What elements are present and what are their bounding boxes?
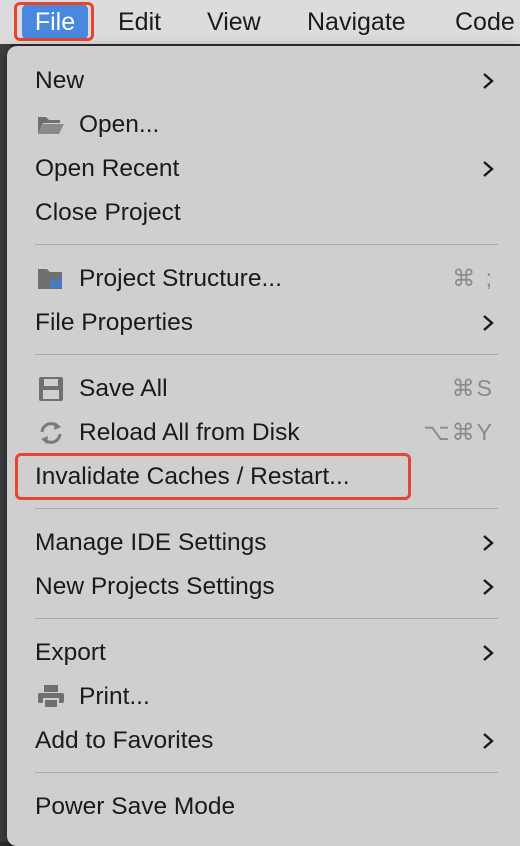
menu-item-label: Export: [35, 639, 106, 666]
chevron-right-icon: [483, 535, 494, 551]
menu-item-shortcut: ⌘ ;: [452, 265, 494, 291]
save-icon: [39, 377, 63, 401]
file-dropdown-menu: New Open... Open Recent Close Project Pr…: [7, 46, 520, 846]
menu-item-label: Add to Favorites: [35, 727, 214, 754]
menu-item-label: Power Save Mode: [35, 793, 236, 820]
menu-item-shortcut: ⌥⌘Y: [423, 419, 494, 445]
menu-navigate[interactable]: Navigate: [307, 4, 406, 40]
menu-item-label: Print...: [79, 683, 150, 710]
menu-item-reload-all[interactable]: Reload All from Disk ⌥⌘Y: [7, 412, 520, 454]
menu-item-label: Open...: [79, 111, 160, 138]
chevron-right-icon: [483, 579, 494, 595]
chevron-right-icon: [483, 645, 494, 661]
reload-icon: [40, 422, 62, 444]
menu-item-label: New Projects Settings: [35, 573, 275, 600]
menu-edit[interactable]: Edit: [118, 4, 161, 40]
menu-item-export[interactable]: Export: [7, 632, 520, 674]
menu-item-new-projects-settings[interactable]: New Projects Settings: [7, 566, 520, 608]
chevron-right-icon: [483, 733, 494, 749]
invalidate-caches-highlight: [15, 453, 411, 500]
menu-item-label: Open Recent: [35, 155, 180, 182]
menu-item-close-project[interactable]: Close Project: [7, 192, 520, 234]
menu-item-label: Save All: [79, 375, 168, 402]
menu-item-power-save-mode[interactable]: Power Save Mode: [7, 786, 520, 828]
project-structure-icon: [38, 269, 62, 289]
menu-item-label: New: [35, 67, 85, 94]
menu-view[interactable]: View: [207, 4, 261, 40]
menu-item-save-all[interactable]: Save All ⌘S: [7, 368, 520, 410]
menu-item-file-properties[interactable]: File Properties: [7, 302, 520, 344]
menu-code[interactable]: Code: [455, 4, 515, 40]
menu-item-label: Manage IDE Settings: [35, 529, 267, 556]
menu-separator: [35, 244, 498, 245]
menu-item-label: Reload All from Disk: [79, 419, 300, 446]
menu-item-label: Close Project: [35, 199, 181, 226]
menu-separator: [35, 618, 498, 619]
menu-item-label: File Properties: [35, 309, 193, 336]
menu-separator: [35, 772, 498, 773]
menu-item-open[interactable]: Open...: [7, 104, 520, 146]
menu-separator: [35, 508, 498, 509]
menu-item-project-structure[interactable]: Project Structure... ⌘ ;: [7, 258, 520, 300]
menu-item-shortcut: ⌘S: [451, 375, 494, 401]
menu-separator: [35, 354, 498, 355]
printer-icon: [38, 685, 64, 709]
chevron-right-icon: [483, 161, 494, 177]
menu-item-manage-ide-settings[interactable]: Manage IDE Settings: [7, 522, 520, 564]
menu-item-label: Project Structure...: [79, 265, 282, 292]
folder-open-icon: [38, 117, 64, 134]
menu-item-new[interactable]: New: [7, 60, 520, 102]
menu-item-print[interactable]: Print...: [7, 676, 520, 718]
chevron-right-icon: [483, 315, 494, 331]
file-menu-highlight: [14, 2, 94, 41]
chevron-right-icon: [483, 73, 494, 89]
menu-item-add-to-favorites[interactable]: Add to Favorites: [7, 720, 520, 762]
menu-item-open-recent[interactable]: Open Recent: [7, 148, 520, 190]
